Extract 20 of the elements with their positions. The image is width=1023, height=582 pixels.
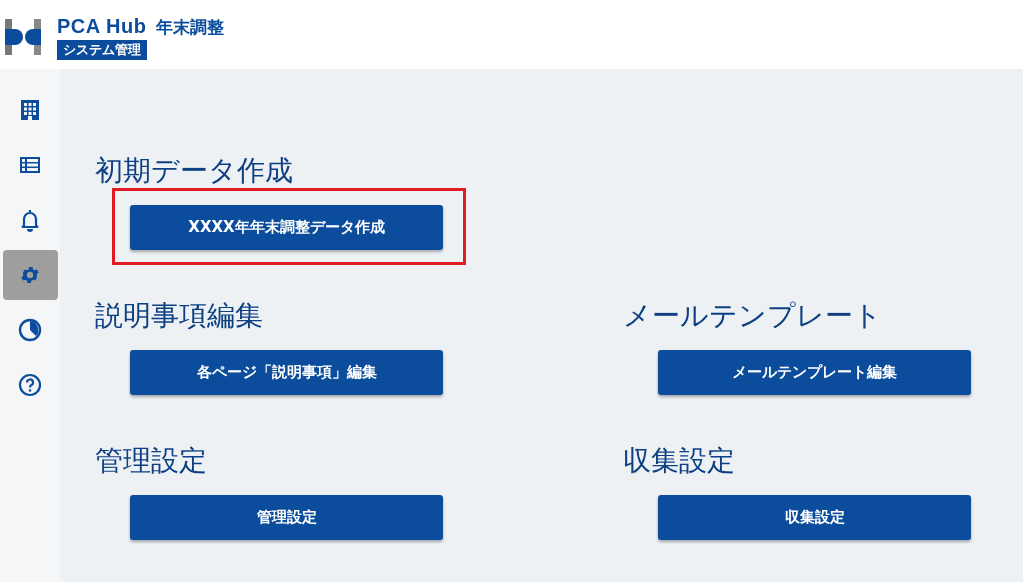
settings-icon	[19, 264, 41, 286]
subtitle-label: システム管理	[57, 40, 147, 60]
pie-chart-icon	[18, 318, 42, 342]
help-icon	[18, 373, 42, 397]
section-heading: 初期データ作成	[95, 153, 294, 189]
action-button[interactable]: メールテンプレート編集	[658, 350, 971, 395]
sidebar-item[interactable]	[2, 250, 58, 300]
section-heading: 収集設定	[623, 443, 736, 479]
product-name: 年末調整	[156, 16, 225, 39]
action-button[interactable]: XXXX年年末調整データ作成	[130, 205, 443, 250]
action-button[interactable]: 収集設定	[658, 495, 971, 540]
action-button[interactable]: 各ページ「説明事項」編集	[130, 350, 443, 395]
section-heading: 管理設定	[95, 443, 208, 479]
brand-name: PCA Hub	[57, 15, 147, 38]
section-heading: 説明事項編集	[95, 298, 264, 334]
section-heading: メールテンプレート	[623, 298, 883, 334]
bell-icon	[20, 208, 40, 232]
building-icon	[21, 100, 39, 120]
list-icon	[20, 157, 40, 173]
action-button[interactable]: 管理設定	[130, 495, 443, 540]
